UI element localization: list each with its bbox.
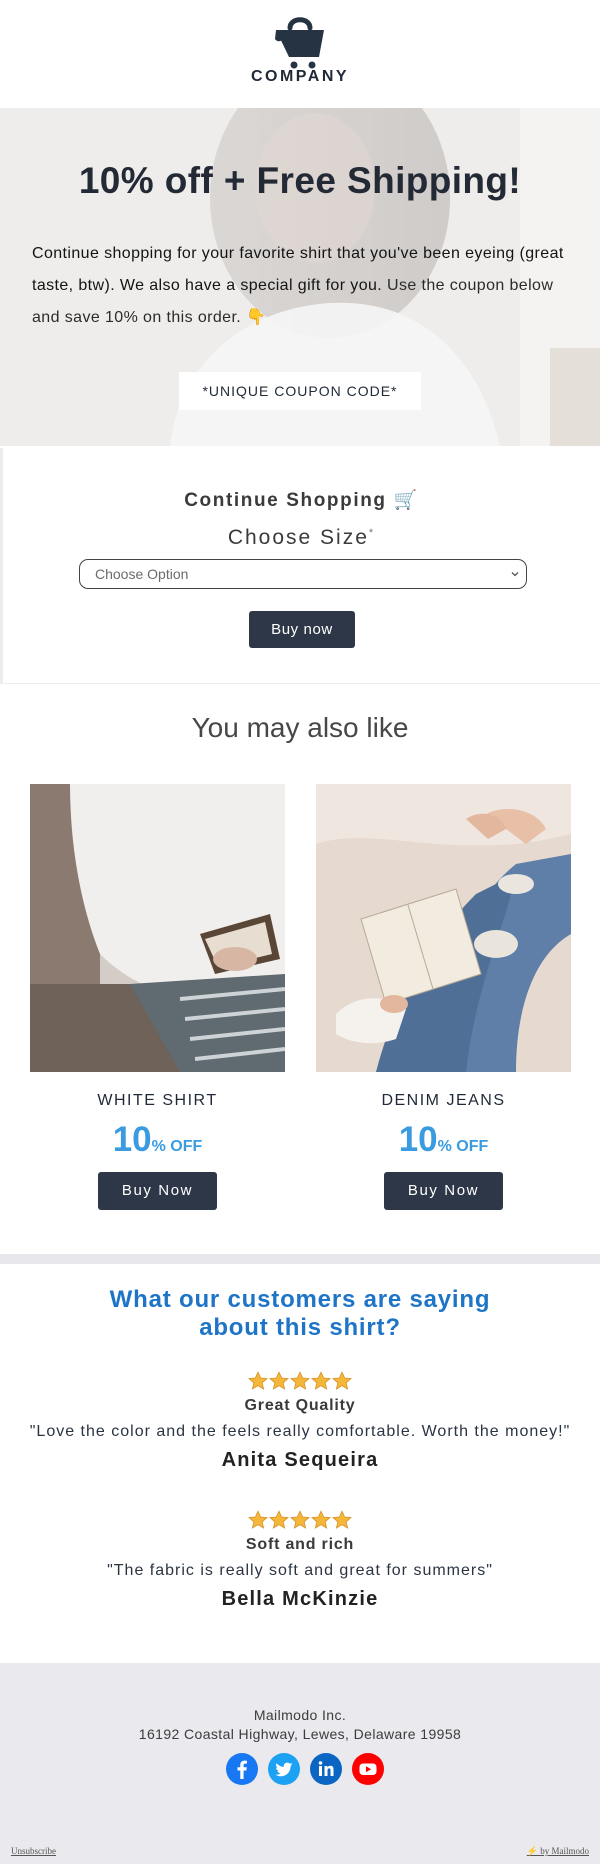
star-icon (311, 1371, 331, 1390)
discount-suffix: % OFF (437, 1138, 489, 1155)
reviews-heading-line-1: What our customers are saying (109, 1286, 491, 1313)
shopping-basket-icon (275, 17, 324, 69)
size-select-dropdown[interactable]: Choose Option (79, 559, 527, 589)
star-icon (248, 1510, 268, 1529)
discount-suffix: % OFF (151, 1138, 203, 1155)
review-quote: "The fabric is really soft and great for… (107, 1562, 493, 1579)
section-divider (0, 1254, 600, 1264)
white-shirt-product-image[interactable] (30, 784, 285, 1072)
product-card-denim-jeans: DENIM JEANS 10% OFF Buy Now (316, 784, 571, 1210)
star-rating (0, 1510, 600, 1532)
hero-title: 10% off + Free Shipping! (78, 160, 522, 201)
review-title: Soft and rich (245, 1536, 355, 1553)
continue-shopping-form: Continue Shopping 🛒 Choose Size* Choose … (0, 448, 600, 684)
star-rating (0, 1371, 600, 1393)
youtube-icon[interactable] (352, 1753, 384, 1785)
denim-jeans-buy-now-button[interactable]: Buy Now (384, 1172, 503, 1210)
star-icon (332, 1510, 352, 1529)
email-header: COMPANY (0, 0, 600, 108)
hero-banner: 10% off + Free Shipping! Continue shoppi… (0, 108, 600, 446)
chevron-down-icon (511, 572, 519, 577)
choose-size-text: Choose Size (227, 526, 369, 549)
star-icon (332, 1371, 352, 1390)
review-card: Soft and rich "The fabric is really soft… (0, 1510, 600, 1611)
buy-now-button[interactable]: Buy now (249, 611, 355, 648)
star-icon (290, 1510, 310, 1529)
star-icon (269, 1510, 289, 1529)
choose-size-label: Choose Size* (3, 526, 600, 550)
hero-description: Continue shopping for your favorite shir… (32, 238, 568, 334)
review-quote: "Love the color and the feels really com… (29, 1423, 571, 1440)
twitter-icon[interactable] (268, 1753, 300, 1785)
review-author: Anita Sequeira (221, 1449, 379, 1471)
size-select-value: Choose Option (95, 566, 189, 582)
email-footer: Mailmodo Inc. 16192 Coastal Highway, Lew… (0, 1663, 600, 1864)
also-like-heading: You may also like (191, 712, 409, 743)
discount-number: 10 (398, 1120, 438, 1159)
footer-company-name: Mailmodo Inc. (253, 1707, 347, 1723)
product-card-white-shirt: WHITE SHIRT 10% OFF Buy Now (30, 784, 285, 1210)
reviews-heading: What our customers are saying about this… (0, 1286, 600, 1342)
product-discount: 10% OFF (316, 1120, 571, 1160)
required-asterisk: * (368, 527, 376, 539)
product-discount: 10% OFF (30, 1120, 285, 1160)
discount-number: 10 (112, 1120, 152, 1159)
star-icon (290, 1371, 310, 1390)
product-name: DENIM JEANS (381, 1092, 506, 1109)
unsubscribe-link[interactable]: Unsubscribe (11, 1846, 56, 1856)
denim-jeans-product-image[interactable] (316, 784, 571, 1072)
facebook-icon[interactable] (226, 1753, 258, 1785)
review-card: Great Quality "Love the color and the fe… (0, 1371, 600, 1472)
review-author: Bella McKinzie (221, 1588, 379, 1610)
reviews-heading-line-2: about this shirt? (199, 1314, 401, 1341)
powered-by-mailmodo-link[interactable]: ⚡ by Mailmodo (527, 1846, 589, 1857)
white-shirt-buy-now-button[interactable]: Buy Now (98, 1172, 217, 1210)
company-name: COMPANY (250, 68, 350, 85)
continue-shopping-title: Continue Shopping 🛒 (184, 490, 419, 511)
star-icon (248, 1371, 268, 1390)
review-title: Great Quality (244, 1397, 356, 1414)
footer-address: 16192 Coastal Highway, Lewes, Delaware 1… (138, 1726, 462, 1742)
pointing-down-emoji: 👇 (246, 309, 267, 326)
star-icon (311, 1510, 331, 1529)
star-icon (269, 1371, 289, 1390)
coupon-code-box[interactable]: *UNIQUE COUPON CODE* (179, 372, 421, 410)
linkedin-icon[interactable] (310, 1753, 342, 1785)
product-name: WHITE SHIRT (97, 1092, 218, 1109)
